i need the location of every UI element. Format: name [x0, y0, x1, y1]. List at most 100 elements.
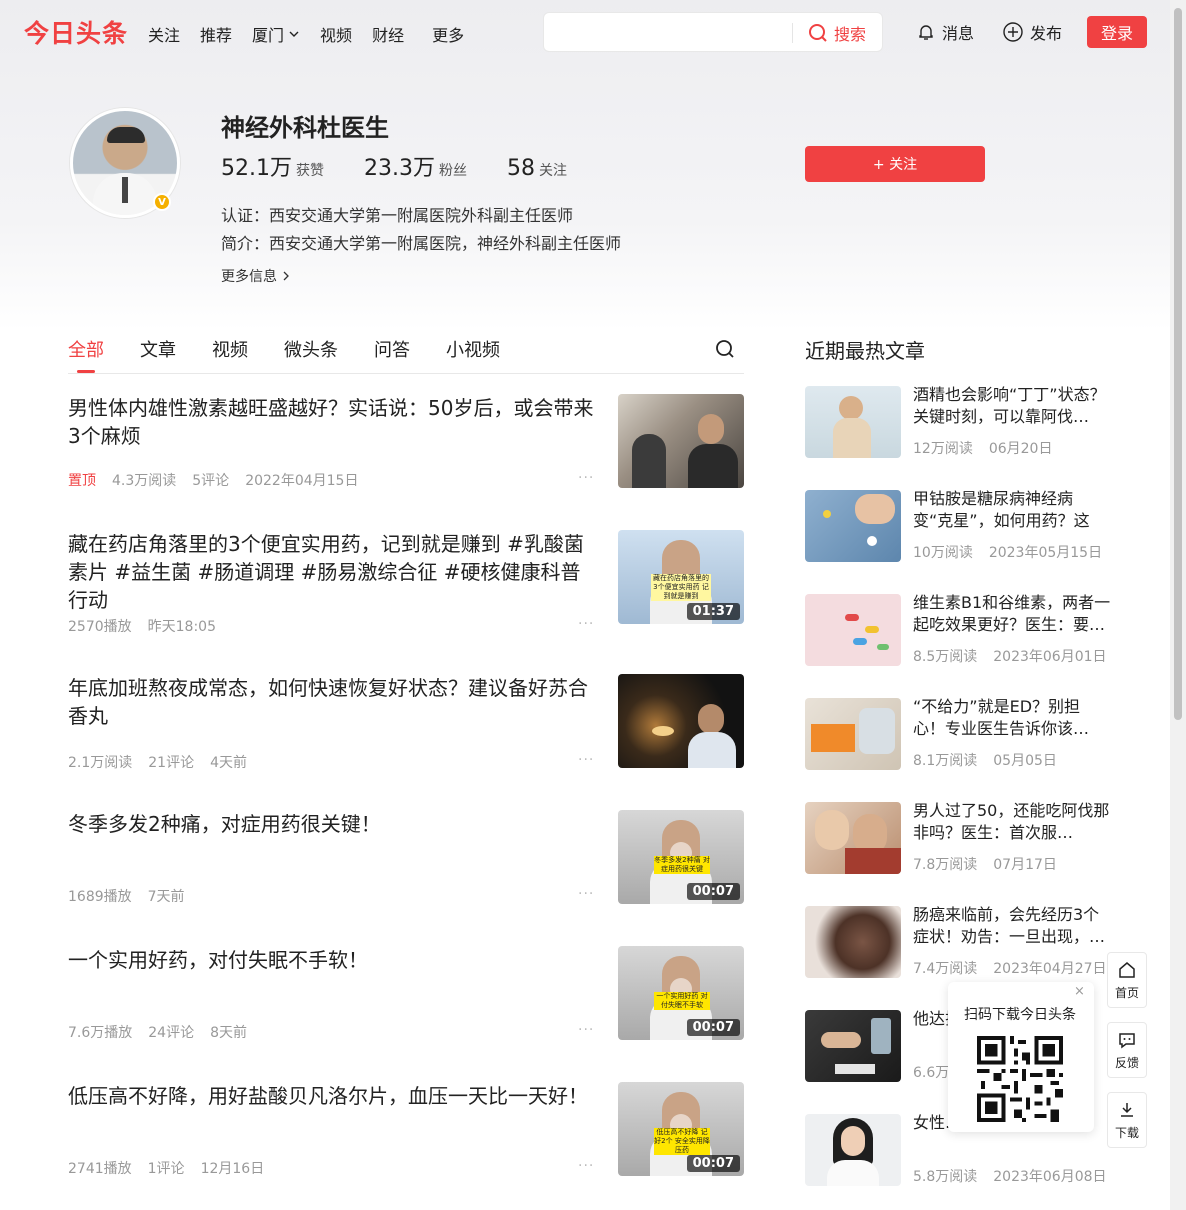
hot-article-image[interactable] — [805, 1010, 901, 1082]
tab-articles[interactable]: 文章 — [140, 336, 176, 362]
hot-article-title[interactable]: 肠癌来临前，会先经历3个症状！劝告：一旦出现，… — [913, 904, 1111, 948]
hot-article-image[interactable] — [805, 490, 901, 562]
feed-meta: 1689播放 7天前 — [68, 886, 185, 906]
download-button[interactable]: 下载 — [1107, 1092, 1147, 1148]
thumb-pill — [823, 510, 831, 518]
hot-article-reads: 7.4万阅读 — [913, 961, 978, 977]
top-header: 今日头条 关注 推荐 厦门 视频 财经 更多 搜索 消息 发布 登录 — [0, 0, 1170, 64]
thumb-pill — [867, 536, 877, 546]
feed-title[interactable]: 一个实用好药，对付失眠不手软！ — [68, 946, 598, 974]
hot-article-title[interactable]: 男人过了50，还能吃阿伐那非吗？医生：首次服… — [913, 800, 1111, 844]
video-thumbnail[interactable]: 藏在药店角落里的3个便宜实用药 记到就是赚到 01:37 — [618, 530, 744, 624]
more-options-icon[interactable]: ··· — [578, 1022, 594, 1038]
nav-item-more[interactable]: 更多 — [432, 22, 464, 46]
video-thumbnail[interactable]: 一个实用好药 对付失眠不手软 00:07 — [618, 946, 744, 1040]
more-options-icon[interactable]: ··· — [578, 616, 594, 632]
feed-item[interactable]: 藏在药店角落里的3个便宜实用药，记到就是赚到 #乳酸菌素片 #益生菌 #肠道调理… — [68, 530, 744, 635]
tab-qa[interactable]: 问答 — [374, 336, 410, 362]
feed-title[interactable]: 低压高不好降，用好盐酸贝凡洛尔片，血压一天比一天好！ — [68, 1082, 598, 1110]
thumb-figure — [833, 418, 871, 458]
messages-button[interactable]: 消息 — [916, 20, 974, 44]
hot-article-date: 2023年04月27日 — [993, 961, 1107, 977]
qr-title: 扫码下载今日头条 — [964, 1007, 1076, 1023]
feed-date: 昨天18:05 — [147, 619, 216, 635]
hot-article-title[interactable]: 维生素B1和谷维素，两者一起吃效果更好？医生：要… — [913, 592, 1111, 636]
thumb-pill — [845, 614, 859, 621]
feed-meta: 2.1万阅读 21评论 4天前 — [68, 752, 247, 772]
feed-meta: 置顶 4.3万阅读 5评论 2022年04月15日 — [68, 470, 358, 490]
hot-article-image[interactable] — [805, 906, 901, 978]
feed-thumbnail[interactable] — [618, 394, 744, 488]
toutiao-logo[interactable]: 今日头条 — [24, 14, 128, 50]
page-scrollbar[interactable] — [1170, 0, 1186, 1210]
scrollbar-thumb[interactable] — [1174, 8, 1182, 720]
fans-label[interactable]: 粉丝 — [439, 160, 467, 180]
bell-icon — [919, 25, 933, 40]
feed-item[interactable]: 冬季多发2种痛，对症用药很关键！ 1689播放 7天前 ··· 冬季多发2种痛 … — [68, 810, 744, 906]
hot-article-image[interactable] — [805, 386, 901, 458]
thumb-pill — [877, 644, 889, 650]
thumb-figure — [688, 444, 738, 488]
hot-article-image[interactable] — [805, 802, 901, 874]
hot-article-image[interactable] — [805, 698, 901, 770]
video-thumbnail[interactable]: 冬季多发2种痛 对症用药很关键 00:07 — [618, 810, 744, 904]
hot-article-item[interactable]: 甲钴胺是糖尿病神经病变“克星”，如何用药？这5… 10万阅读 2023年05月1… — [805, 488, 1111, 562]
feedback-button[interactable]: 反馈 — [1107, 1022, 1147, 1078]
tab-videos[interactable]: 视频 — [212, 336, 248, 362]
feedback-label: 反馈 — [1114, 1055, 1139, 1070]
hot-article-title[interactable]: “不给力”就是ED？别担心！专业医生告诉你该… — [913, 696, 1111, 740]
tab-short-videos[interactable]: 小视频 — [446, 336, 500, 362]
hot-article-image[interactable] — [805, 1114, 901, 1186]
following-label[interactable]: 关注 — [539, 160, 567, 180]
hot-article-item[interactable]: “不给力”就是ED？别担心！专业医生告诉你该… 8.1万阅读 05月05日 — [805, 696, 1111, 770]
nav-item-follow[interactable]: 关注 — [148, 22, 180, 46]
more-options-icon[interactable]: ··· — [578, 470, 594, 486]
search-input[interactable] — [554, 21, 784, 45]
feed-meta: 2570播放 昨天18:05 — [68, 616, 216, 636]
tab-micro-posts[interactable]: 微头条 — [284, 336, 338, 362]
nav-item-city[interactable]: 厦门 — [252, 22, 300, 46]
tab-all[interactable]: 全部 — [68, 336, 104, 373]
hot-article-title[interactable]: 甲钴胺是糖尿病神经病变“克星”，如何用药？这5… — [913, 488, 1111, 532]
publish-button[interactable]: 发布 — [1002, 20, 1062, 44]
feed-item[interactable]: 低压高不好降，用好盐酸贝凡洛尔片，血压一天比一天好！ 2741播放 1评论 12… — [68, 1082, 744, 1178]
hot-article-title[interactable]: 酒精也会影响“丁丁”状态？关键时刻，可以靠阿伐… — [913, 384, 1111, 428]
hot-article-meta: 8.1万阅读 05月05日 — [913, 750, 1057, 770]
hot-article-date: 2023年06月08日 — [993, 1169, 1107, 1185]
feed-meta: 2741播放 1评论 12月16日 — [68, 1158, 264, 1178]
thumb-figure — [698, 414, 724, 444]
hot-article-item[interactable]: 肠癌来临前，会先经历3个症状！劝告：一旦出现，… 7.4万阅读 2023年04月… — [805, 904, 1111, 978]
more-info-link[interactable]: 更多信息 — [221, 266, 291, 286]
video-thumbnail[interactable]: 低压高不好降 记好2个 安全实用降压药 00:07 — [618, 1082, 744, 1176]
login-button[interactable]: 登录 — [1087, 16, 1147, 48]
hot-article-item[interactable]: 维生素B1和谷维素，两者一起吃效果更好？医生：要… 8.5万阅读 2023年06… — [805, 592, 1111, 666]
search-button[interactable]: 搜索 — [808, 21, 866, 45]
nav-item-video[interactable]: 视频 — [320, 22, 352, 46]
follow-button[interactable]: + 关注 — [805, 146, 985, 182]
feed-date: 4天前 — [210, 755, 248, 771]
thumb-hand — [821, 1032, 861, 1048]
nav-item-recommend[interactable]: 推荐 — [200, 22, 232, 46]
feed-title[interactable]: 藏在药店角落里的3个便宜实用药，记到就是赚到 #乳酸菌素片 #益生菌 #肠道调理… — [68, 530, 598, 614]
nav-item-finance[interactable]: 财经 — [372, 22, 404, 46]
feed-thumbnail[interactable] — [618, 674, 744, 768]
search-icon[interactable] — [714, 338, 736, 360]
verified-badge-icon: V — [153, 193, 171, 211]
following-count[interactable]: 58 — [507, 156, 535, 181]
fans-count[interactable]: 23.3万 — [364, 150, 435, 182]
hot-article-item[interactable]: 男人过了50，还能吃阿伐那非吗？医生：首次服… 7.8万阅读 07月17日 — [805, 800, 1111, 874]
feed-title[interactable]: 男性体内雄性激素越旺盛越好？实话说：50岁后，或会带来3个麻烦 — [68, 394, 598, 450]
hot-article-item[interactable]: 酒精也会影响“丁丁”状态？关键时刻，可以靠阿伐… 12万阅读 06月20日 — [805, 384, 1111, 458]
more-options-icon[interactable]: ··· — [578, 752, 594, 768]
more-options-icon[interactable]: ··· — [578, 886, 594, 902]
feed-title[interactable]: 年底加班熬夜成常态，如何快速恢复好状态？建议备好苏合香丸 — [68, 674, 598, 730]
home-button[interactable]: 首页 — [1107, 952, 1147, 1008]
close-icon[interactable]: × — [1074, 984, 1085, 999]
feed-item[interactable]: 男性体内雄性激素越旺盛越好？实话说：50岁后，或会带来3个麻烦 置顶 4.3万阅… — [68, 394, 744, 490]
feed-title[interactable]: 冬季多发2种痛，对症用药很关键！ — [68, 810, 598, 838]
more-options-icon[interactable]: ··· — [578, 1158, 594, 1174]
search-divider — [792, 23, 793, 43]
hot-article-image[interactable] — [805, 594, 901, 666]
feed-item[interactable]: 一个实用好药，对付失眠不手软！ 7.6万播放 24评论 8天前 ··· 一个实用… — [68, 946, 744, 1042]
feed-item[interactable]: 年底加班熬夜成常态，如何快速恢复好状态？建议备好苏合香丸 2.1万阅读 21评论… — [68, 674, 744, 772]
